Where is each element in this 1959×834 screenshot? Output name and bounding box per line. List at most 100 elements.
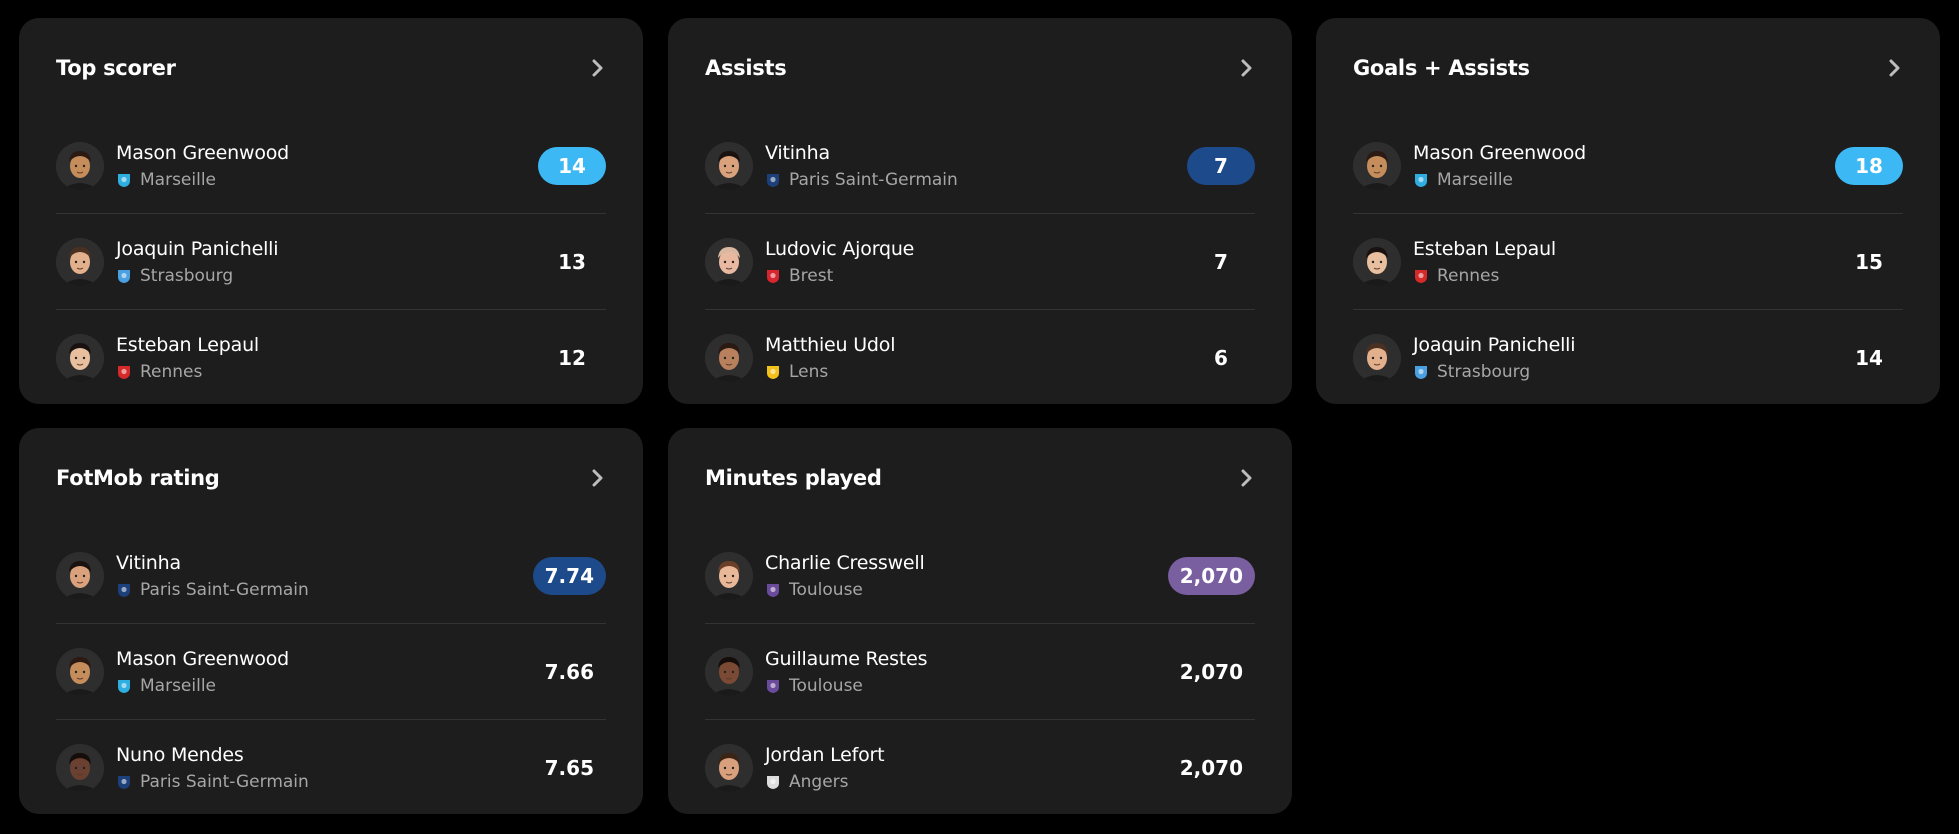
angers-logo-icon [765,774,781,790]
card-header[interactable]: FotMob rating [56,428,606,528]
player-name[interactable]: Ludovic Ajorque [765,238,1187,260]
card-header[interactable]: Top scorer [56,18,606,118]
player-name[interactable]: Esteban Lepaul [116,334,538,356]
player-row[interactable]: Joaquin Panichelli Strasbourg 13 [56,214,606,310]
stat-value-highlight: 2,070 [1167,556,1255,595]
player-info: Vitinha Paris Saint-Germain [765,142,1187,190]
player-row[interactable]: Vitinha Paris Saint-Germain 7.74 [56,528,606,624]
player-avatar [56,647,104,696]
psg-logo-icon [116,774,132,790]
team-name: Brest [789,265,834,286]
stat-value: 13 [558,249,586,274]
team: Marseille [116,170,538,190]
player-row[interactable]: Mason Greenwood Marseille 14 [56,118,606,214]
chevron-right-icon[interactable] [584,55,610,81]
stat-value: 7 [1214,249,1228,274]
team: Paris Saint-Germain [765,170,1187,190]
stat-value: 14 [1855,346,1883,370]
player-name[interactable]: Vitinha [765,142,1187,164]
team-name: Paris Saint-Germain [789,169,958,190]
player-avatar [56,551,104,600]
stat-value: 2,070 [1179,756,1243,780]
player-avatar [56,744,104,792]
player-name[interactable]: Joaquin Panichelli [1413,334,1835,356]
strasbourg-logo-icon [116,268,132,284]
team: Strasbourg [116,266,538,286]
player-info: Mason Greenwood Marseille [1413,142,1835,190]
player-name[interactable]: Charlie Cresswell [765,552,1168,574]
player-name[interactable]: Joaquin Panichelli [116,238,538,260]
player-name[interactable]: Nuno Mendes [116,744,533,766]
chevron-right-icon[interactable] [584,465,610,491]
stat-value: 2,070 [1179,659,1243,684]
marseille-logo-icon [116,678,132,694]
player-info: Mason Greenwood Marseille [116,648,533,696]
player-row[interactable]: Guillaume Restes Toulouse 2,070 [705,624,1255,720]
player-avatar [56,237,104,286]
chevron-right-icon[interactable] [1233,465,1259,491]
team: Lens [765,362,1187,382]
player-name[interactable]: Esteban Lepaul [1413,238,1835,260]
player-row[interactable]: Charlie Cresswell Toulouse 2,070 [705,528,1255,624]
player-info: Joaquin Panichelli Strasbourg [1413,334,1835,382]
chevron-right-icon[interactable] [1881,55,1907,81]
player-name[interactable]: Mason Greenwood [1413,142,1835,164]
player-name[interactable]: Mason Greenwood [116,648,533,670]
stat-value: 15 [1855,249,1883,274]
team: Rennes [1413,266,1835,286]
psg-logo-icon [116,582,132,598]
card-header[interactable]: Assists [705,18,1255,118]
player-info: Charlie Cresswell Toulouse [765,552,1168,600]
player-info: Vitinha Paris Saint-Germain [116,552,533,600]
team-name: Marseille [140,169,217,190]
player-info: Esteban Lepaul Rennes [1413,238,1835,286]
team-name: Marseille [1437,169,1514,190]
team-name: Rennes [140,362,203,382]
player-row[interactable]: Ludovic Ajorque Brest 7 [705,214,1255,310]
player-row[interactable]: Joaquin Panichelli Strasbourg 14 [1353,310,1903,406]
player-row[interactable]: Esteban Lepaul Rennes 12 [56,310,606,406]
stat-value-highlight: 18 [1835,146,1903,185]
player-avatar [1353,141,1401,190]
player-row[interactable]: Mason Greenwood Marseille 7.66 [56,624,606,720]
card-title: Assists [705,56,787,80]
stat-value-highlight: 7 [1187,146,1255,185]
player-row[interactable]: Vitinha Paris Saint-Germain 7 [705,118,1255,214]
player-name[interactable]: Mason Greenwood [116,142,538,164]
player-info: Nuno Mendes Paris Saint-Germain [116,744,533,792]
player-row[interactable]: Mason Greenwood Marseille 18 [1353,118,1903,214]
player-info: Esteban Lepaul Rennes [116,334,538,382]
player-row[interactable]: Matthieu Udol Lens 6 [705,310,1255,406]
player-info: Matthieu Udol Lens [765,334,1187,382]
player-avatar [705,334,753,382]
psg-logo-icon [765,172,781,188]
player-info: Jordan Lefort Angers [765,744,1168,792]
player-row[interactable]: Jordan Lefort Angers 2,070 [705,720,1255,816]
team-name: Paris Saint-Germain [140,579,309,600]
team: Strasbourg [1413,362,1835,382]
player-avatar [705,551,753,600]
team: Marseille [1413,170,1835,190]
team-name: Strasbourg [1437,362,1531,382]
player-row[interactable]: Nuno Mendes Paris Saint-Germain 7.65 [56,720,606,816]
player-name[interactable]: Jordan Lefort [765,744,1168,766]
player-name[interactable]: Guillaume Restes [765,648,1168,670]
player-row[interactable]: Esteban Lepaul Rennes 15 [1353,214,1903,310]
player-name[interactable]: Vitinha [116,552,533,574]
player-avatar [705,744,753,792]
team-name: Toulouse [789,675,863,696]
stat-card-top-scorer: Top scorer Mason Greenwood Marseille 14 Joa… [19,18,643,404]
player-info: Joaquin Panichelli Strasbourg [116,238,538,286]
team: Paris Saint-Germain [116,772,533,792]
stat-card-fotmob-rating: FotMob rating Vitinha Paris Saint-Germain… [19,428,643,814]
player-info: Mason Greenwood Marseille [116,142,538,190]
rennes-logo-icon [116,364,132,380]
player-name[interactable]: Matthieu Udol [765,334,1187,356]
team: Rennes [116,362,538,382]
card-header[interactable]: Goals + Assists [1353,18,1903,118]
card-header[interactable]: Minutes played [705,428,1255,528]
player-avatar [56,334,104,382]
player-avatar [705,141,753,190]
team-name: Rennes [1437,265,1500,286]
chevron-right-icon[interactable] [1233,55,1259,81]
